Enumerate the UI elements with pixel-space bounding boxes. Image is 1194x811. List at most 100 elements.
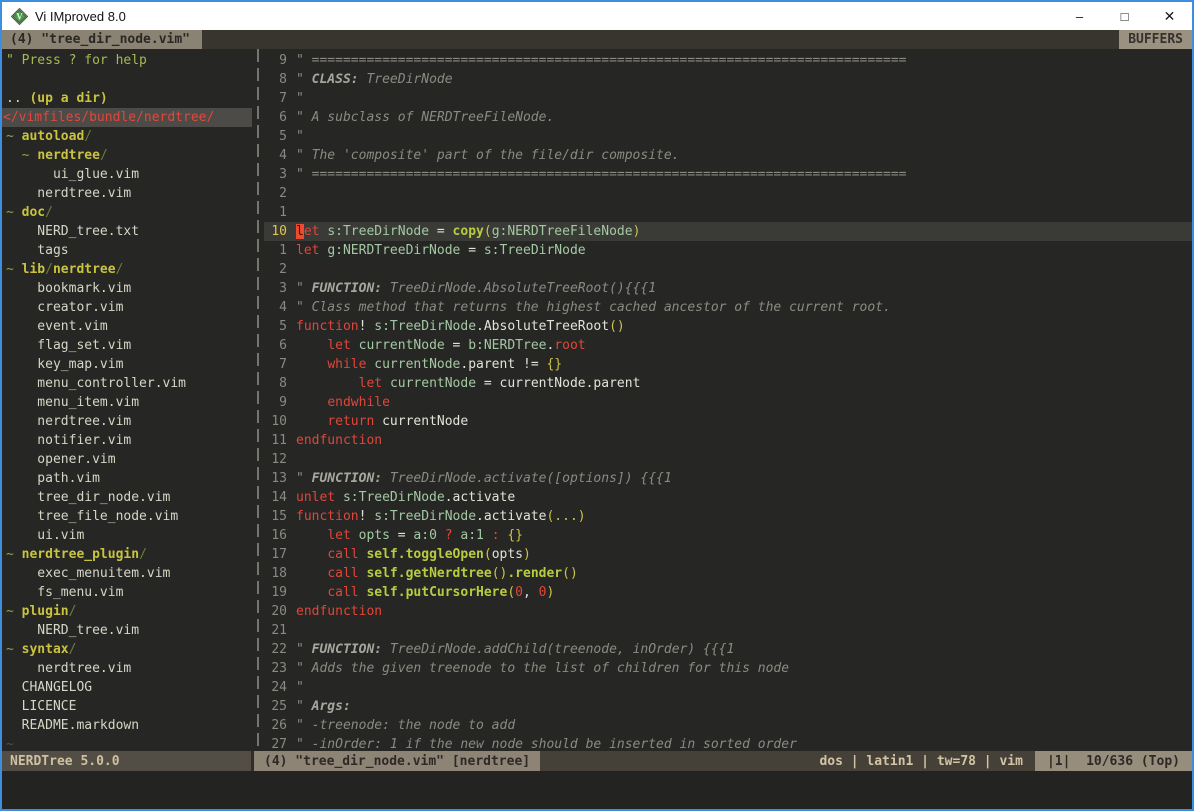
code-line[interactable]: 9 endwhile — [264, 393, 1192, 412]
code-line[interactable]: 7 while currentNode.parent != {} — [264, 355, 1192, 374]
code-line[interactable]: 25" Args: — [264, 697, 1192, 716]
command-line[interactable] — [2, 771, 1192, 809]
minimize-button[interactable]: – — [1057, 2, 1102, 30]
code-line[interactable]: 10 return currentNode — [264, 412, 1192, 431]
tree-dir-item[interactable]: ~ nerdtree/ — [2, 146, 252, 165]
line-number: 7 — [264, 89, 296, 108]
tree-file-item[interactable]: nerdtree.vim — [2, 412, 252, 431]
line-number: 15 — [264, 507, 296, 526]
tree-root-path[interactable]: </vimfiles/bundle/nerdtree/ — [2, 108, 252, 127]
tree-file-item[interactable]: fs_menu.vim — [2, 583, 252, 602]
window-separator[interactable] — [252, 49, 264, 751]
code-line[interactable]: 4" Class method that returns the highest… — [264, 298, 1192, 317]
window-controls: – □ ✕ — [1057, 2, 1192, 30]
code-line[interactable]: 8 let currentNode = currentNode.parent — [264, 374, 1192, 393]
tree-file-item[interactable]: flag_set.vim — [2, 336, 252, 355]
tree-file-item[interactable]: opener.vim — [2, 450, 252, 469]
code-line[interactable]: 22" FUNCTION: TreeDirNode.addChild(treen… — [264, 640, 1192, 659]
tab-active[interactable]: (4) "tree_dir_node.vim" — [2, 30, 202, 49]
code-line-cursor[interactable]: 10let s:TreeDirNode = copy(g:NERDTreeFil… — [264, 222, 1192, 241]
line-number: 2 — [264, 260, 296, 279]
tree-file-item[interactable]: nerdtree.vim — [2, 184, 252, 203]
code-line[interactable]: 7" — [264, 89, 1192, 108]
tree-file-item[interactable]: key_map.vim — [2, 355, 252, 374]
tree-file-item[interactable]: bookmark.vim — [2, 279, 252, 298]
code-line[interactable]: 18 call self.getNerdtree().render() — [264, 564, 1192, 583]
line-number: 1 — [264, 203, 296, 222]
code-line[interactable]: 13" FUNCTION: TreeDirNode.activate([opti… — [264, 469, 1192, 488]
tree-file-item[interactable]: notifier.vim — [2, 431, 252, 450]
code-line[interactable]: 5" — [264, 127, 1192, 146]
code-line[interactable]: 15function! s:TreeDirNode.activate(...) — [264, 507, 1192, 526]
tree-file-item[interactable]: path.vim — [2, 469, 252, 488]
code-line[interactable]: 19 call self.putCursorHere(0, 0) — [264, 583, 1192, 602]
line-number: 10 — [264, 412, 296, 431]
maximize-button[interactable]: □ — [1102, 2, 1147, 30]
code-line[interactable]: 26" -treenode: the node to add — [264, 716, 1192, 735]
tree-dir-item[interactable]: ~ autoload/ — [2, 127, 252, 146]
code-line[interactable]: 4" The 'composite' part of the file/dir … — [264, 146, 1192, 165]
line-number: 9 — [264, 393, 296, 412]
code-line[interactable]: 9" =====================================… — [264, 51, 1192, 70]
tree-file-item[interactable]: exec_menuitem.vim — [2, 564, 252, 583]
tree-dir-item[interactable]: ~ syntax/ — [2, 640, 252, 659]
close-button[interactable]: ✕ — [1147, 2, 1192, 30]
code-line[interactable]: 1 — [264, 203, 1192, 222]
code-line[interactable]: 6 let currentNode = b:NERDTree.root — [264, 336, 1192, 355]
code-line[interactable]: 2 — [264, 260, 1192, 279]
code-line[interactable]: 1let g:NERDTreeDirNode = s:TreeDirNode — [264, 241, 1192, 260]
code-line[interactable]: 8" CLASS: TreeDirNode — [264, 70, 1192, 89]
line-number: 6 — [264, 336, 296, 355]
tree-file-item[interactable]: tree_dir_node.vim — [2, 488, 252, 507]
code-line[interactable]: 11endfunction — [264, 431, 1192, 450]
tree-file-item[interactable]: nerdtree.vim — [2, 659, 252, 678]
line-number: 20 — [264, 602, 296, 621]
code-line[interactable]: 27" -inOrder: 1 if the new node should b… — [264, 735, 1192, 751]
nerdtree-panel[interactable]: " Press ? for help .. (up a dir)</vimfile… — [2, 49, 252, 751]
tree-file-item[interactable]: tree_file_node.vim — [2, 507, 252, 526]
tree-file-item[interactable]: LICENCE — [2, 697, 252, 716]
tree-help-line[interactable]: " Press ? for help — [2, 51, 252, 70]
line-number: 1 — [264, 241, 296, 260]
tree-file-item[interactable]: menu_item.vim — [2, 393, 252, 412]
tree-up-dir[interactable]: .. (up a dir) — [2, 89, 252, 108]
tree-file-item[interactable]: menu_controller.vim — [2, 374, 252, 393]
tree-dir-item[interactable]: ~ doc/ — [2, 203, 252, 222]
tabline: (4) "tree_dir_node.vim" BUFFERS — [2, 30, 1192, 49]
statusline-spacer — [540, 751, 819, 771]
code-line[interactable]: 3" FUNCTION: TreeDirNode.AbsoluteTreeRoo… — [264, 279, 1192, 298]
tree-file-item[interactable]: README.markdown — [2, 716, 252, 735]
tree-file-item[interactable]: tags — [2, 241, 252, 260]
code-line[interactable]: 17 call self.toggleOpen(opts) — [264, 545, 1192, 564]
tree-dir-item[interactable]: ~ lib/nerdtree/ — [2, 260, 252, 279]
tree-file-item[interactable]: creator.vim — [2, 298, 252, 317]
editor-split: " Press ? for help .. (up a dir)</vimfile… — [2, 49, 1192, 751]
line-number: 14 — [264, 488, 296, 507]
line-number: 3 — [264, 165, 296, 184]
tree-file-item[interactable]: NERD_tree.txt — [2, 222, 252, 241]
code-line[interactable]: 2 — [264, 184, 1192, 203]
nerdtree-statusline: NERDTree 5.0.0 — [2, 751, 251, 771]
tree-file-item[interactable]: ui.vim — [2, 526, 252, 545]
code-line[interactable]: 14unlet s:TreeDirNode.activate — [264, 488, 1192, 507]
buffers-tab[interactable]: BUFFERS — [1119, 30, 1192, 49]
tree-dir-item[interactable]: ~ plugin/ — [2, 602, 252, 621]
code-line[interactable]: 20endfunction — [264, 602, 1192, 621]
tree-file-item[interactable]: event.vim — [2, 317, 252, 336]
code-line[interactable]: 24" — [264, 678, 1192, 697]
tree-file-item[interactable]: NERD_tree.vim — [2, 621, 252, 640]
code-line[interactable]: 6" A subclass of NERDTreeFileNode. — [264, 108, 1192, 127]
code-line[interactable]: 23" Adds the given treenode to the list … — [264, 659, 1192, 678]
code-line[interactable]: 16 let opts = a:0 ? a:1 : {} — [264, 526, 1192, 545]
tree-dir-item[interactable]: ~ nerdtree_plugin/ — [2, 545, 252, 564]
code-line[interactable]: 21 — [264, 621, 1192, 640]
code-editor[interactable]: 9" =====================================… — [264, 49, 1192, 751]
tree-file-item[interactable]: CHANGELOG — [2, 678, 252, 697]
code-line[interactable]: 5function! s:TreeDirNode.AbsoluteTreeRoo… — [264, 317, 1192, 336]
tree-file-item[interactable]: ui_glue.vim — [2, 165, 252, 184]
line-number: 16 — [264, 526, 296, 545]
window-title: Vi IMproved 8.0 — [35, 9, 126, 24]
line-number: 4 — [264, 298, 296, 317]
code-line[interactable]: 12 — [264, 450, 1192, 469]
code-line[interactable]: 3" =====================================… — [264, 165, 1192, 184]
